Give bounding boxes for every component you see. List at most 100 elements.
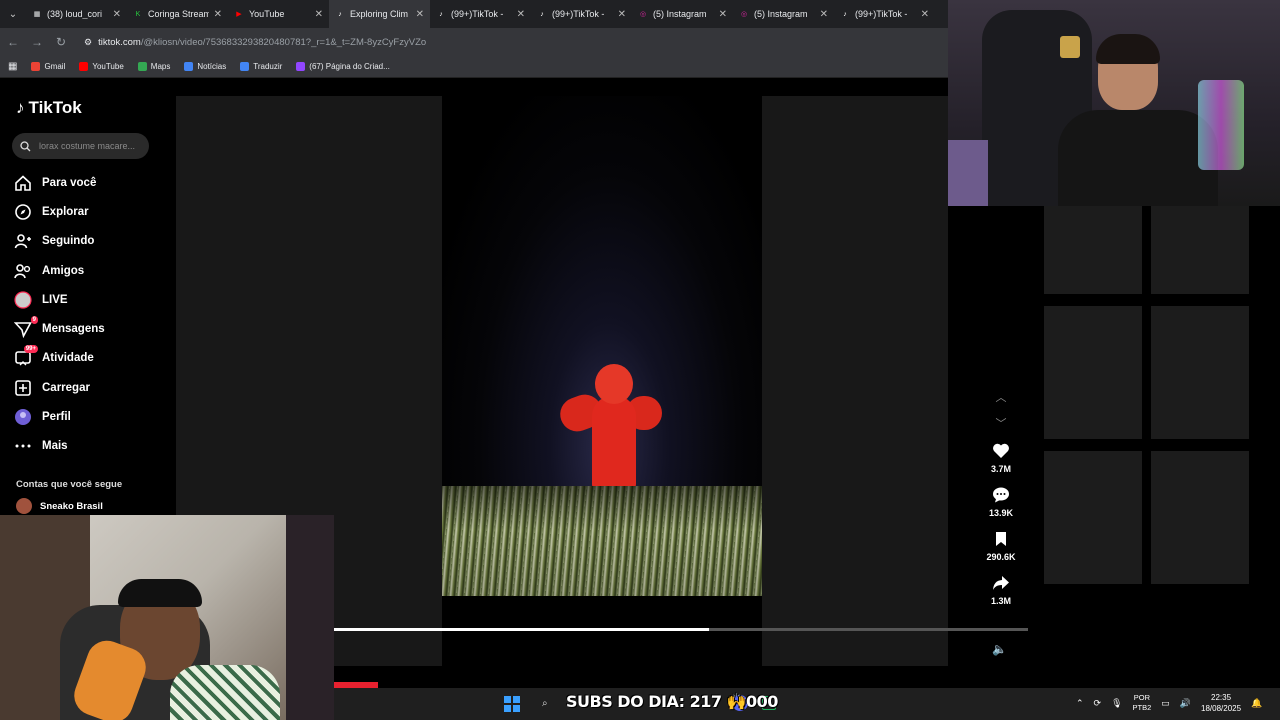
taskbar-search-icon[interactable]: ⌕ (542, 698, 548, 709)
sidebar-item-label: Explorar (42, 205, 89, 218)
tab-favicon-icon: ♪ (843, 10, 847, 18)
sidebar-item-activity[interactable]: 99+ Atividade (14, 344, 164, 373)
bookmarks-bar: ▦ Gmail YouTube Maps Notícias Traduzir (67) P… (0, 56, 948, 78)
browser-tab[interactable]: ♪ (99+)TikTok - ✕ (834, 0, 935, 28)
bookmark-favicon-icon (79, 62, 89, 71)
bookmark-item[interactable]: (67) Página do Criad... (296, 62, 390, 71)
sidebar-item-label: Perfil (42, 411, 71, 424)
chevron-up-icon[interactable]: ⌃ (1076, 698, 1084, 709)
save-button[interactable]: 290.6K (980, 524, 1022, 568)
tab-favicon-icon: ♪ (439, 10, 443, 18)
chevron-up-icon[interactable]: ︿ (980, 384, 1022, 410)
language-indicator[interactable]: POR PTB2 (1133, 693, 1152, 713)
close-tab-icon[interactable]: ✕ (214, 9, 222, 20)
browser-tab[interactable]: ▦ (38) loud_cori ✕ (26, 0, 127, 28)
background-object (286, 515, 334, 720)
video-grass-shade (442, 486, 762, 596)
sidebar-item-profile[interactable]: Perfil (14, 402, 164, 431)
heart-icon (993, 443, 1009, 458)
sidebar-item-label: Amigos (42, 264, 85, 277)
close-tab-icon[interactable]: ✕ (820, 9, 828, 20)
sidebar-item-friends[interactable]: Amigos (14, 256, 164, 285)
close-tab-icon[interactable]: ✕ (113, 9, 121, 20)
sidebar-item-upload[interactable]: Carregar (14, 373, 164, 402)
related-video-thumb[interactable] (1151, 451, 1249, 584)
bookmark-icon (996, 531, 1006, 546)
reload-icon[interactable]: ↻ (54, 35, 68, 49)
bookmark-item[interactable]: Traduzir (240, 62, 282, 71)
chevron-down-icon[interactable]: ﹀ (980, 410, 1022, 436)
search-input[interactable]: lorax costume macare... (12, 133, 149, 159)
search-icon (20, 140, 31, 151)
tab-label: YouTube (249, 9, 285, 19)
save-count: 290.6K (986, 551, 1016, 562)
browser-tab[interactable]: ♪ (99+)TikTok - ✕ (430, 0, 531, 28)
sync-icon[interactable]: ⟳ (1094, 698, 1102, 709)
browser-tab[interactable]: ♪ (99+)TikTok - ✕ (531, 0, 632, 28)
bookmark-item[interactable]: Notícias (184, 62, 226, 71)
tiktok-note-icon: ♪ (16, 98, 25, 117)
tab-label: (5) Instagram (754, 9, 808, 19)
browser-tab[interactable]: ◎ (5) Instagram ✕ (632, 0, 733, 28)
bookmark-label: (67) Página do Criad... (309, 62, 390, 71)
like-button[interactable]: 3.7M (980, 436, 1022, 480)
tiktok-logo[interactable]: ♪ TikTok (16, 98, 82, 118)
related-video-thumb[interactable] (1151, 206, 1249, 294)
windows-start-icon[interactable] (504, 696, 520, 712)
chair-logo (1060, 36, 1080, 58)
sidebar-item-messages[interactable]: 9 Mensagens (14, 314, 164, 343)
close-tab-icon[interactable]: ✕ (921, 9, 929, 20)
share-button[interactable]: 1.3M (980, 568, 1022, 612)
browser-tab[interactable]: ▶ YouTube ✕ (228, 0, 329, 28)
notification-icon[interactable]: 🔔 (1251, 698, 1262, 709)
tab-search-button[interactable]: ⌄ (0, 0, 26, 28)
browser-tab[interactable]: K Coringa Stream ✕ (127, 0, 228, 28)
close-tab-icon[interactable]: ✕ (416, 9, 424, 20)
close-tab-icon[interactable]: ✕ (719, 9, 727, 20)
apps-grid-icon[interactable]: ▦ (8, 61, 17, 72)
related-video-thumb[interactable] (1044, 451, 1142, 584)
lang-line1: POR (1133, 693, 1151, 702)
sidebar-item-more[interactable]: Mais (14, 432, 164, 461)
activity-icon: 99+ (14, 345, 38, 367)
related-video-thumb[interactable] (1044, 206, 1142, 294)
profile-icon (14, 408, 32, 426)
sidebar-item-following[interactable]: Seguindo (14, 227, 164, 256)
sidebar-item-compass[interactable]: Explorar (14, 197, 164, 226)
video-player[interactable] (442, 96, 762, 596)
sidebar-item-live[interactable]: LIVE (14, 285, 164, 314)
back-arrow-icon[interactable]: ← (6, 35, 20, 49)
url-host: tiktok.com (98, 36, 141, 48)
close-tab-icon[interactable]: ✕ (517, 9, 525, 20)
comment-button[interactable]: 13.9K (980, 480, 1022, 524)
network-icon[interactable]: ▭ (1161, 698, 1170, 709)
related-video-thumb[interactable] (1151, 306, 1249, 439)
guest-shirt (170, 665, 280, 720)
lang-line2: PTB2 (1132, 703, 1152, 712)
clock[interactable]: 22:35 18/08/2025 (1201, 692, 1241, 714)
speaker-icon[interactable]: 🔊 (1180, 698, 1191, 709)
close-tab-icon[interactable]: ✕ (618, 9, 626, 20)
browser-tab[interactable]: ♪ Exploring Clim ✕ (329, 0, 430, 28)
following-account[interactable]: Sneako Brasil (16, 498, 103, 514)
bookmark-favicon-icon (184, 62, 194, 71)
bookmark-item[interactable]: Maps (137, 62, 170, 71)
related-video-thumb[interactable] (1044, 306, 1142, 439)
volume-icon[interactable]: 🔈 (992, 642, 1007, 656)
notification-badge: 99+ (23, 345, 38, 354)
search-placeholder: lorax costume macare... (39, 141, 136, 151)
bookmark-item[interactable]: YouTube (79, 62, 124, 71)
tab-label: (99+)TikTok - (552, 9, 605, 19)
address-bar-row: ← → ↻ ⚙ tiktok.com/@kliosn/video/7536833… (0, 28, 948, 56)
site-info-icon[interactable]: ⚙ (84, 37, 92, 48)
url-field[interactable]: ⚙ tiktok.com/@kliosn/video/7536833293820… (84, 37, 426, 48)
sidebar-item-home[interactable]: Para você (14, 168, 164, 197)
video-letterbox (442, 596, 762, 666)
bookmark-item[interactable]: Gmail (31, 62, 65, 71)
forward-arrow-icon[interactable]: → (30, 35, 44, 49)
browser-tab[interactable]: ◎ (5) Instagram ✕ (733, 0, 834, 28)
video-actions: ︿ ﹀ 3.7M 13.9K 290.6K 1.3M (980, 384, 1022, 612)
bookmark-label: Traduzir (253, 62, 283, 71)
microphone-icon[interactable]: 🎙 (1111, 698, 1122, 709)
close-tab-icon[interactable]: ✕ (315, 9, 323, 20)
